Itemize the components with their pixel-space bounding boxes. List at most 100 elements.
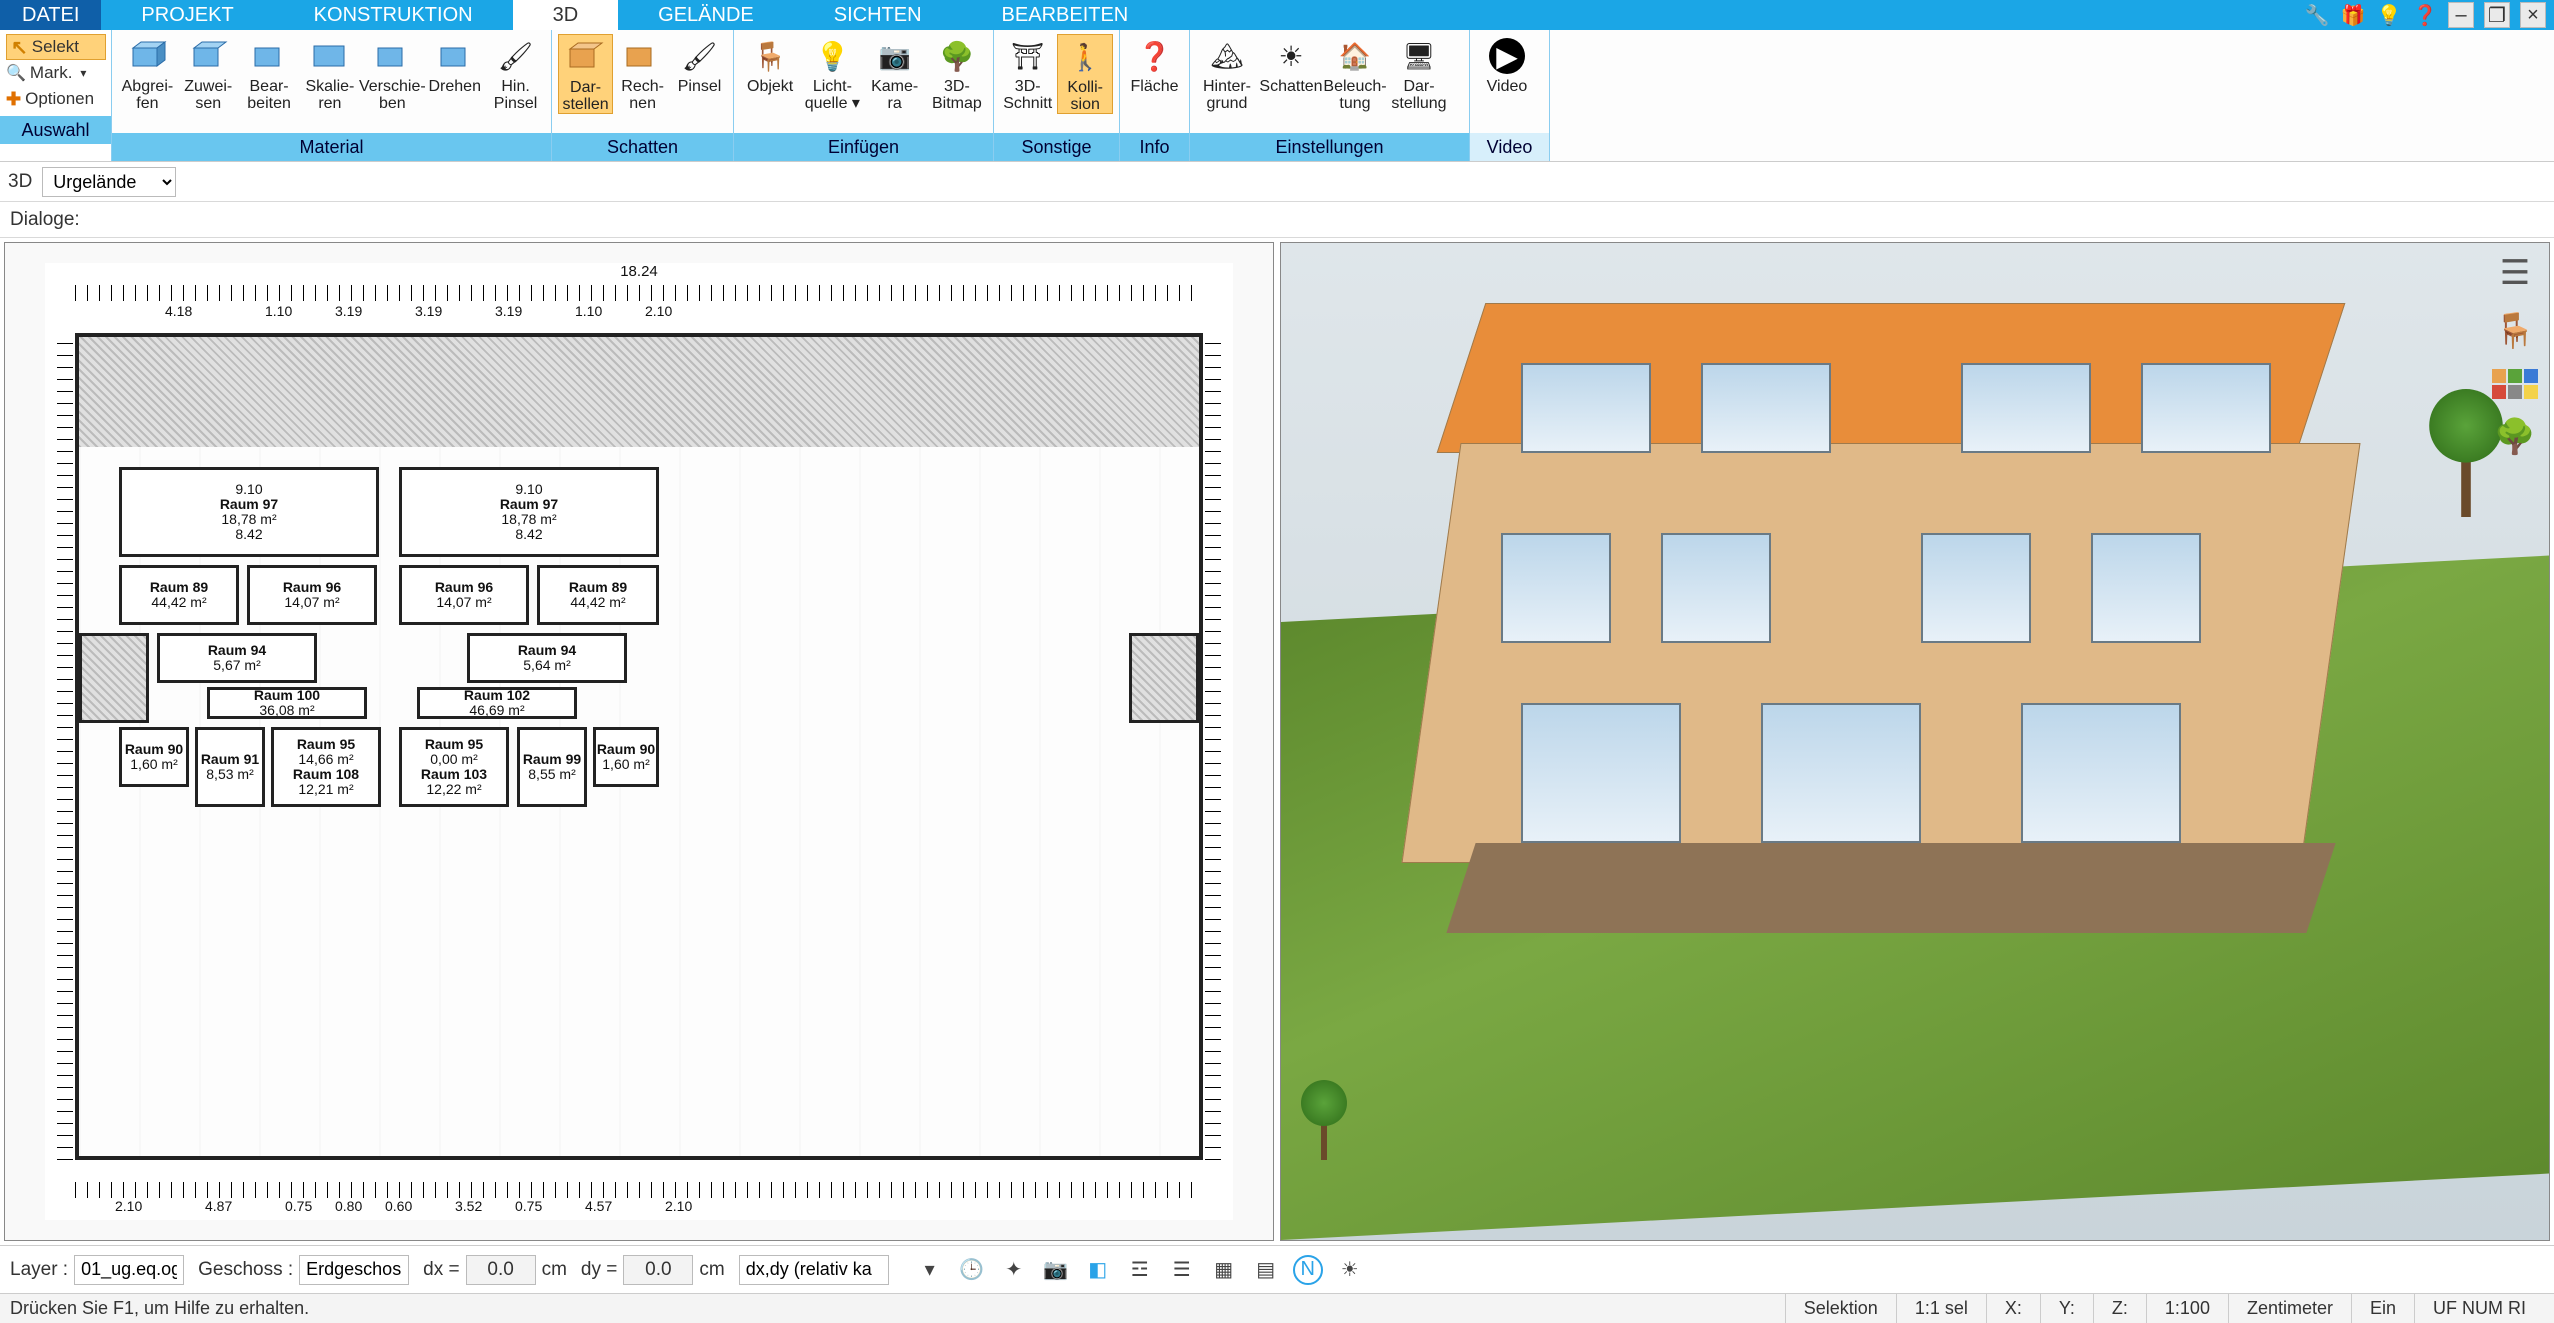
bt-box-icon[interactable]: ▦	[1209, 1255, 1239, 1285]
section-icon	[1006, 36, 1050, 76]
dx-unit: cm	[542, 1259, 567, 1281]
info-flaeche[interactable]: Fläche	[1126, 34, 1183, 95]
room-label: Raum 100	[254, 688, 320, 703]
material-skalieren[interactable]: Skalie-ren	[300, 34, 359, 112]
bt-stack-icon[interactable]: ☰	[1167, 1255, 1197, 1285]
bt-clock-icon[interactable]: 🕒	[957, 1255, 987, 1285]
einfuegen-objekt[interactable]: Objekt	[740, 34, 800, 95]
person-icon	[1063, 37, 1107, 77]
group-label-schatten: Schatten	[552, 133, 733, 161]
status-flags: UF NUM RI	[2414, 1294, 2544, 1323]
bt-camera-icon[interactable]: 📷	[1041, 1255, 1071, 1285]
dim: 0.60	[385, 1198, 412, 1214]
group-label-video: Video	[1470, 133, 1549, 161]
menu-tab-projekt[interactable]: PROJEKT	[101, 0, 273, 30]
einst-hintergrund[interactable]: Hinter-grund	[1196, 34, 1258, 112]
material-verschieben[interactable]: Verschie-ben	[361, 34, 423, 112]
bt-sun-icon[interactable]: ☀	[1335, 1255, 1365, 1285]
einfuegen-3dbitmap[interactable]: 3D-Bitmap	[927, 34, 987, 112]
object-icon	[748, 36, 792, 76]
menu-tab-bearbeiten[interactable]: BEARBEITEN	[962, 0, 1169, 30]
room-label: Raum 99	[523, 752, 581, 767]
tree-3d	[1301, 1080, 1347, 1160]
sidetool-furniture-icon[interactable]: 🪑	[2494, 311, 2536, 351]
pane-3d-view[interactable]: ☰ 🪑 🌳	[1280, 242, 2550, 1241]
monitor-icon	[1397, 36, 1441, 76]
sonstige-kollision[interactable]: Kolli-sion	[1057, 34, 1113, 114]
sidetool-palette-icon[interactable]	[2492, 369, 2538, 399]
group-label-auswahl: Auswahl	[0, 116, 111, 144]
menu-tab-konstruktion[interactable]: KONSTRUKTION	[274, 0, 513, 30]
selekt-button[interactable]: Selekt	[6, 34, 106, 60]
mode-label: 3D	[8, 171, 32, 193]
cursor-icon	[11, 35, 28, 60]
room-label: Raum 97	[500, 497, 558, 512]
dx-spinner[interactable]: 0.0	[466, 1255, 536, 1285]
sidetool-layers-icon[interactable]: ☰	[2500, 253, 2530, 293]
einfuegen-lichtquelle[interactable]: Licht-quelle ▾	[802, 34, 862, 112]
menu-tab-3d[interactable]: 3D	[513, 0, 619, 30]
material-drehen[interactable]: Drehen	[425, 34, 484, 95]
material-bearbeiten[interactable]: Bear-beiten	[240, 34, 299, 112]
window-minimize[interactable]: –	[2448, 2, 2474, 28]
dim: 0.80	[335, 1198, 362, 1214]
status-unit: Zentimeter	[2228, 1294, 2351, 1323]
dialoge-label: Dialoge:	[0, 202, 2554, 238]
geschoss-input[interactable]	[299, 1255, 409, 1285]
material-hinpinsel[interactable]: Hin.Pinsel	[486, 34, 545, 112]
room-label: Raum 89	[569, 580, 627, 595]
schatten-pinsel[interactable]: Pinsel	[672, 34, 727, 95]
group-label-info: Info	[1120, 133, 1189, 161]
magnifier-icon	[6, 63, 26, 83]
dy-label: dy =	[581, 1259, 617, 1281]
schatten-darstellen[interactable]: Dar-stellen	[558, 34, 613, 114]
pane-2d-plan[interactable]: 18.24 9.10Raum 9718,78 m²8.42 9.10Raum 9…	[4, 242, 1274, 1241]
material-zuweisen[interactable]: Zuwei-sen	[179, 34, 238, 112]
sonstige-3dschnitt[interactable]: 3D-Schnitt	[1000, 34, 1055, 112]
window-close[interactable]: ×	[2520, 2, 2546, 28]
status-y: Y:	[2040, 1294, 2093, 1323]
schatten-rechnen[interactable]: Rech-nen	[615, 34, 670, 112]
room-label: Raum 94	[518, 643, 576, 658]
tool-icon-gift[interactable]: 🎁	[2340, 2, 2366, 28]
sidetool-tree-icon[interactable]: 🌳	[2494, 417, 2536, 457]
window-maximize[interactable]: ❐	[2484, 2, 2510, 28]
info-icon	[1133, 36, 1177, 76]
tool-icon-wrench[interactable]: 🔧	[2304, 2, 2330, 28]
status-hint: Drücken Sie F1, um Hilfe zu erhalten.	[10, 1298, 309, 1319]
einst-beleuchtung[interactable]: Beleuch-tung	[1324, 34, 1386, 112]
optionen-label: Optionen	[25, 89, 94, 109]
relativ-input[interactable]	[739, 1255, 889, 1285]
mark-label: Mark.	[30, 63, 73, 83]
dim: 1.10	[265, 303, 292, 319]
dim-9-10-r: 9.10	[515, 482, 542, 497]
group-label-einfuegen: Einfügen	[734, 133, 993, 161]
bt-star-icon[interactable]: ✦	[999, 1255, 1029, 1285]
dim: 1.10	[575, 303, 602, 319]
tool-icon-help[interactable]: ❓	[2412, 2, 2438, 28]
bt-layers-icon[interactable]: ☲	[1125, 1255, 1155, 1285]
optionen-button[interactable]: Optionen	[6, 86, 106, 112]
menu-tab-datei[interactable]: DATEI	[0, 0, 101, 30]
video-button[interactable]: Video	[1476, 34, 1538, 95]
mark-dropdown[interactable]: Mark.	[6, 60, 106, 86]
material-abgreifen[interactable]: Abgrei-fen	[118, 34, 177, 112]
room-label: Raum 97	[220, 497, 278, 512]
tool-icon-bulb[interactable]: 💡	[2376, 2, 2402, 28]
dim: 0.75	[285, 1198, 312, 1214]
terrain-select[interactable]: Urgelände	[42, 167, 176, 197]
dy-spinner[interactable]: 0.0	[623, 1255, 693, 1285]
layer-input[interactable]	[74, 1255, 184, 1285]
einst-darstellung[interactable]: Dar-stellung	[1388, 34, 1450, 112]
bt-cube-icon[interactable]: ◧	[1083, 1255, 1113, 1285]
status-z: Z:	[2093, 1294, 2146, 1323]
camera-icon	[873, 36, 917, 76]
bt-caret-icon[interactable]: ▾	[915, 1255, 945, 1285]
menu-tab-gelaende[interactable]: GELÄNDE	[618, 0, 794, 30]
einst-schatten[interactable]: Schatten	[1260, 34, 1322, 95]
dim: 3.52	[455, 1198, 482, 1214]
bt-north-icon[interactable]: N	[1293, 1255, 1323, 1285]
bt-grid-icon[interactable]: ▤	[1251, 1255, 1281, 1285]
einfuegen-kamera[interactable]: Kame-ra	[865, 34, 925, 112]
menu-tab-sichten[interactable]: SICHTEN	[794, 0, 962, 30]
